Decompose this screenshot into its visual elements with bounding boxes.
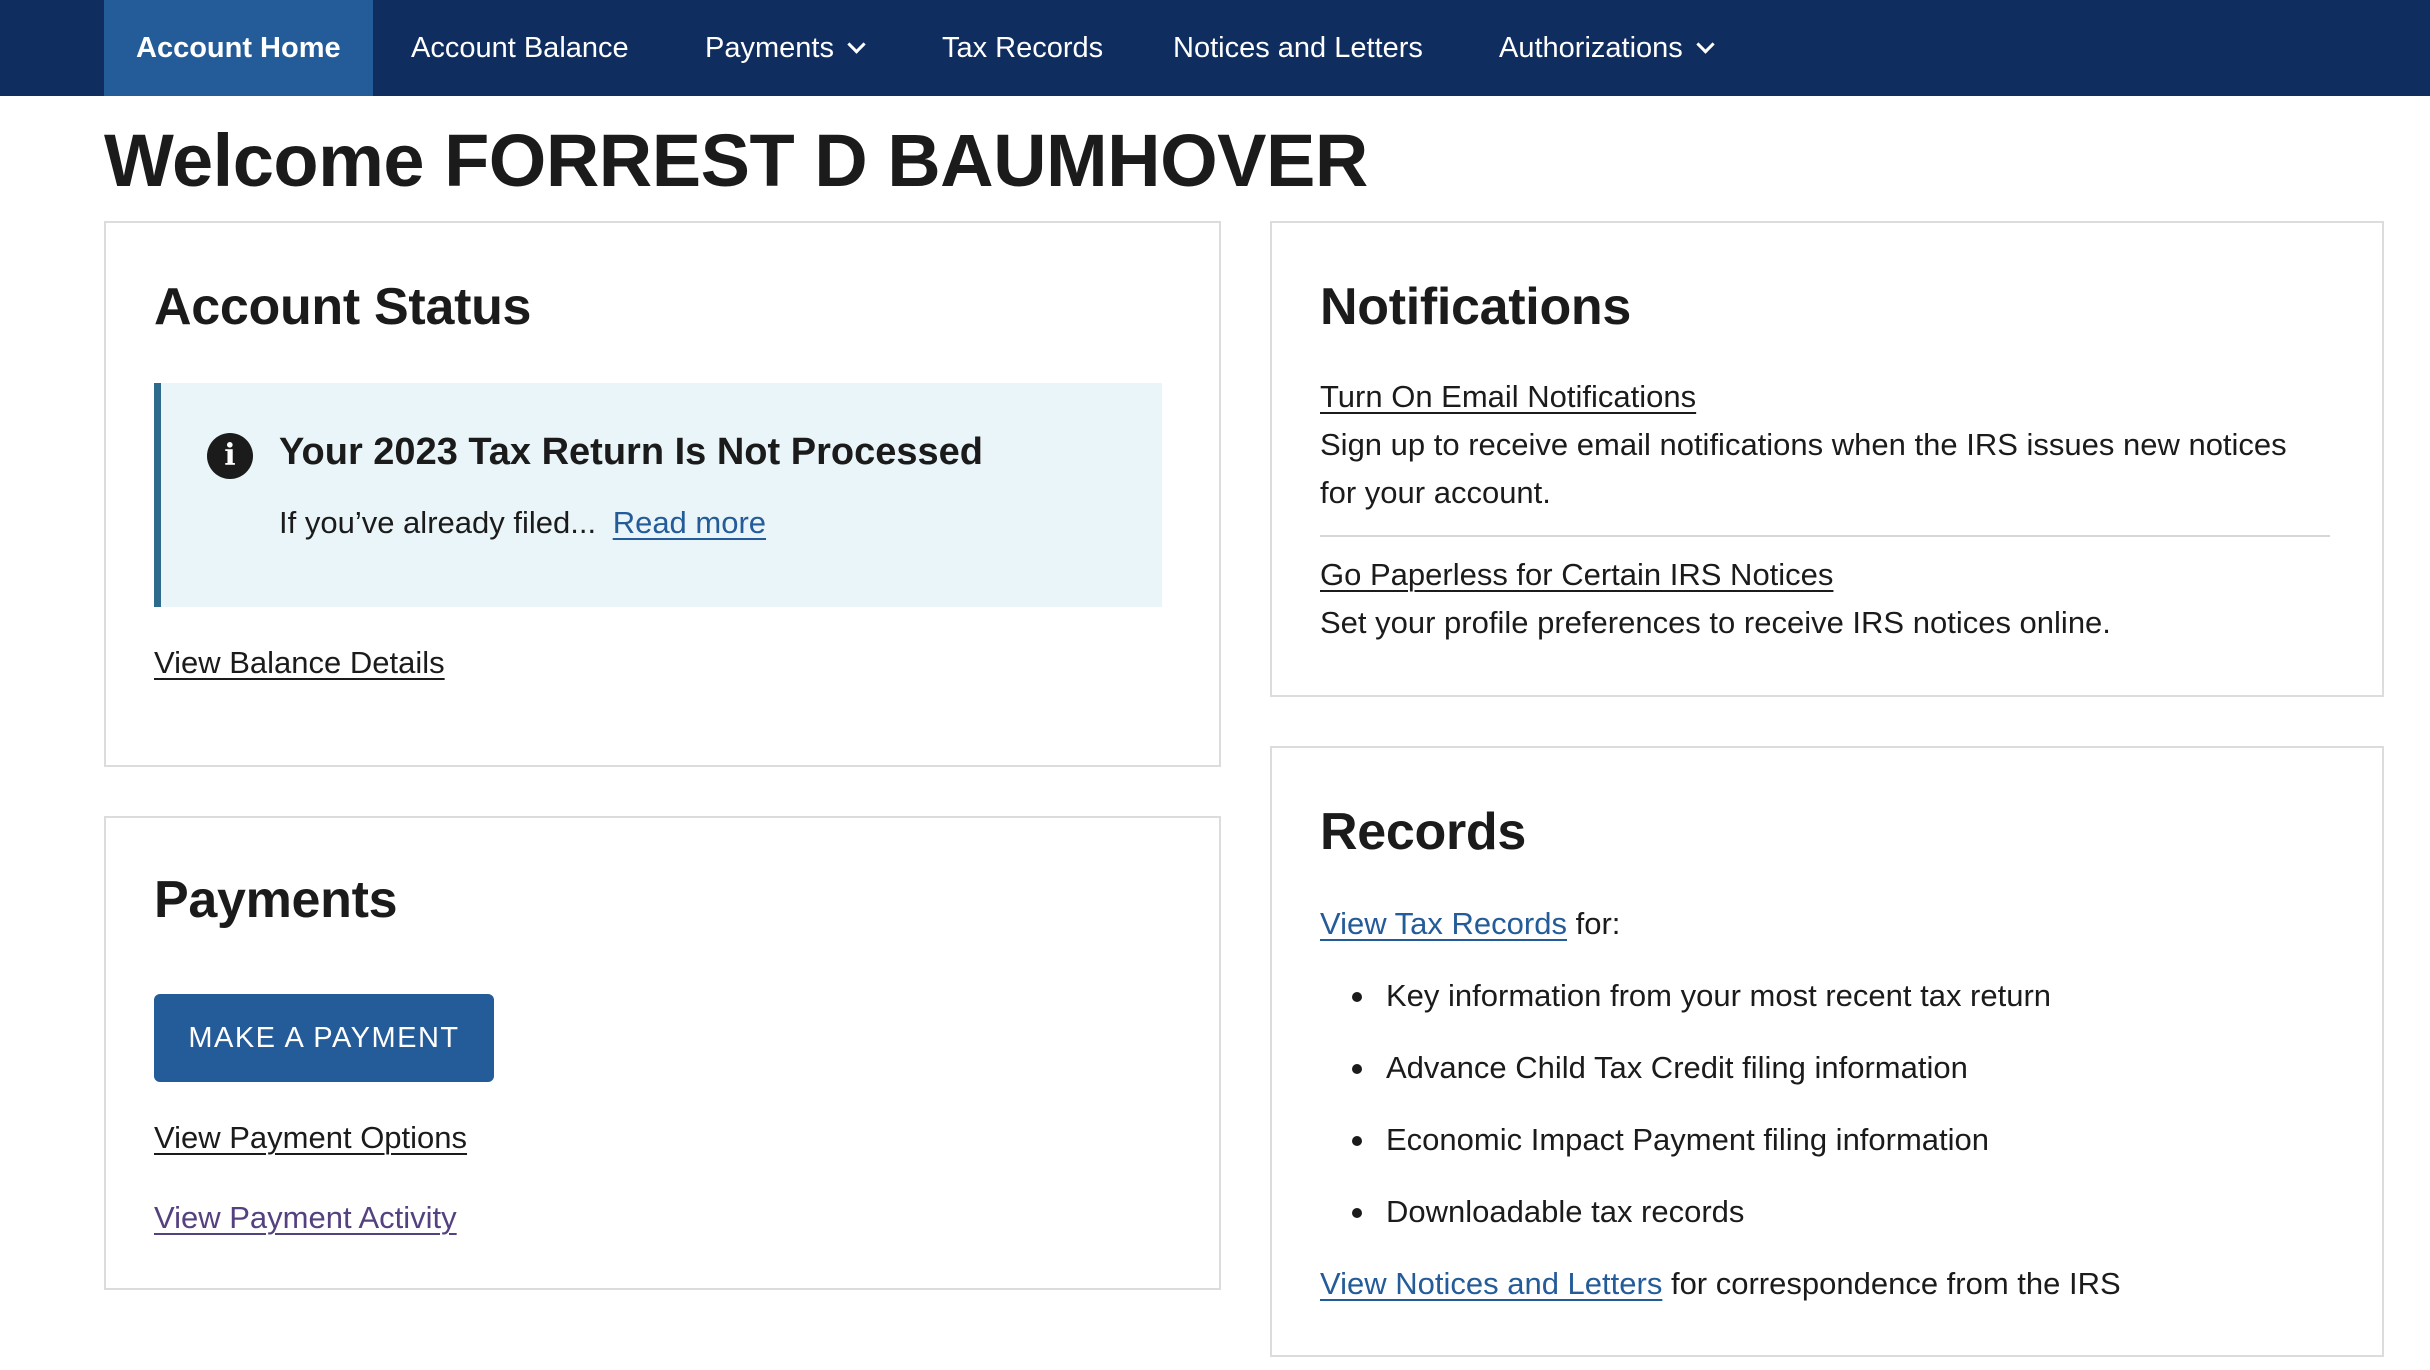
view-tax-records-link[interactable]: View Tax Records (1320, 906, 1567, 941)
nav-authorizations-label: Authorizations (1499, 31, 1683, 64)
nav-tax-records-label: Tax Records (942, 31, 1104, 64)
nav-notices-label: Notices and Letters (1173, 31, 1423, 64)
alert-body-text: If you’ve already filed... (279, 505, 597, 540)
chevron-down-icon (1696, 34, 1715, 54)
nav-notices-and-letters[interactable]: Notices and Letters (1173, 0, 1423, 96)
records-bullet-list: Key information from your most recent ta… (1352, 972, 2051, 1260)
top-navigation: Account Home Account Balance Payments Ta… (0, 0, 2430, 96)
nav-payments[interactable]: Payments (705, 0, 866, 96)
nav-tax-records[interactable]: Tax Records (942, 0, 1103, 96)
records-intro: View Tax Records for: (1320, 900, 1620, 948)
list-item: Key information from your most recent ta… (1352, 972, 2051, 1044)
notifications-card: Notifications Turn On Email Notification… (1270, 221, 2384, 697)
view-notices-and-letters-link[interactable]: View Notices and Letters (1320, 1266, 1662, 1301)
payments-heading: Payments (154, 871, 398, 929)
records-footer: View Notices and Letters for corresponde… (1320, 1260, 2121, 1308)
records-footer-suffix: for correspondence from the IRS (1662, 1266, 2121, 1301)
nav-account-home[interactable]: Account Home (104, 0, 373, 96)
nav-account-balance-label: Account Balance (411, 31, 629, 64)
turn-on-email-notifications-link[interactable]: Turn On Email Notifications (1320, 373, 1696, 421)
payments-card: Payments MAKE A PAYMENT View Payment Opt… (104, 816, 1221, 1290)
tax-return-alert: i Your 2023 Tax Return Is Not Processed … (154, 383, 1162, 607)
view-payment-options-link[interactable]: View Payment Options (154, 1114, 467, 1162)
make-a-payment-button[interactable]: MAKE A PAYMENT (154, 994, 494, 1082)
page-title: Welcome FORREST D BAUMHOVER (104, 119, 1368, 202)
notifications-divider (1320, 535, 2330, 537)
account-status-card: Account Status i Your 2023 Tax Return Is… (104, 221, 1221, 767)
chevron-down-icon (847, 34, 866, 54)
alert-body: If you’ve already filed... Read more (279, 505, 766, 541)
email-notifications-description: Sign up to receive email notifications w… (1320, 427, 2287, 510)
view-balance-details-link[interactable]: View Balance Details (154, 639, 445, 687)
read-more-link[interactable]: Read more (613, 505, 766, 540)
records-intro-suffix: for: (1566, 906, 1621, 941)
account-status-heading: Account Status (154, 278, 532, 336)
nav-authorizations[interactable]: Authorizations (1499, 0, 1715, 96)
nav-payments-label: Payments (705, 31, 834, 64)
notifications-heading: Notifications (1320, 278, 1631, 336)
info-icon: i (207, 433, 253, 479)
records-card: Records View Tax Records for: Key inform… (1270, 746, 2384, 1357)
go-paperless-description: Set your profile preferences to receive … (1320, 605, 2111, 640)
go-paperless-link[interactable]: Go Paperless for Certain IRS Notices (1320, 551, 1833, 599)
records-heading: Records (1320, 803, 1526, 861)
view-payment-activity-link[interactable]: View Payment Activity (154, 1194, 457, 1242)
list-item: Advance Child Tax Credit filing informat… (1352, 1044, 2051, 1116)
nav-account-balance[interactable]: Account Balance (411, 0, 629, 96)
nav-account-home-label: Account Home (136, 31, 341, 64)
list-item: Downloadable tax records (1352, 1188, 2051, 1260)
alert-title: Your 2023 Tax Return Is Not Processed (279, 431, 983, 473)
list-item: Economic Impact Payment filing informati… (1352, 1116, 2051, 1188)
